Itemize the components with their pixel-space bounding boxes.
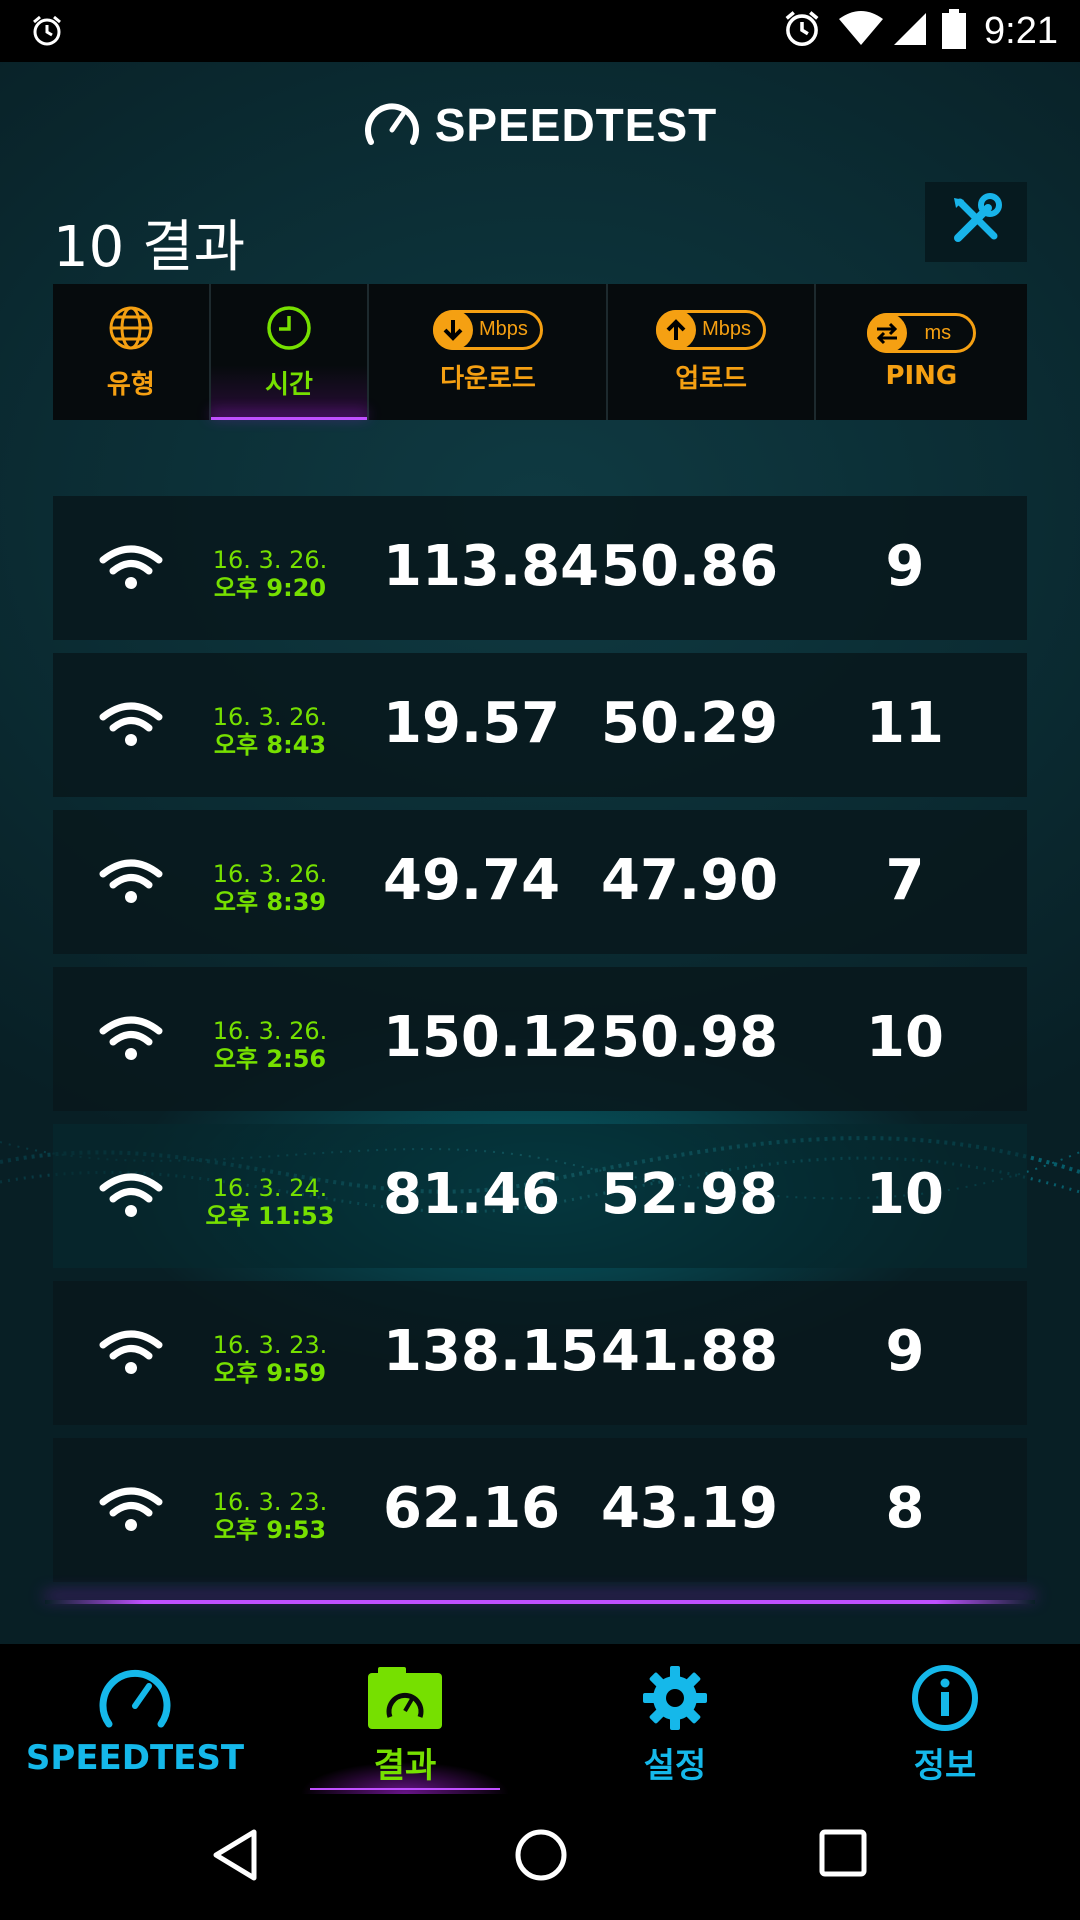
results-folder-icon bbox=[368, 1664, 442, 1732]
home-button[interactable] bbox=[514, 1828, 568, 1886]
speedtest-logo: SPEEDTEST bbox=[0, 98, 1080, 152]
download-arrow-icon bbox=[432, 309, 473, 350]
upload-value: 50.98 bbox=[601, 1005, 779, 1070]
ping-value: 7 bbox=[885, 848, 925, 913]
result-datetime: 16. 3. 26. 오후 8:39 bbox=[212, 860, 328, 916]
tools-button[interactable] bbox=[925, 182, 1027, 262]
nav-results-label: 결과 bbox=[373, 1746, 437, 1786]
battery-icon bbox=[942, 9, 967, 53]
ping-value: 11 bbox=[866, 691, 944, 756]
clock-icon bbox=[265, 304, 313, 356]
globe-icon bbox=[107, 304, 155, 356]
download-value: 62.16 bbox=[383, 1476, 561, 1541]
wifi-icon bbox=[99, 1329, 163, 1379]
result-datetime: 16. 3. 23. 오후 9:53 bbox=[212, 1488, 328, 1544]
result-row[interactable]: 16. 3. 26. 오후 8:43 19.57 50.29 11 bbox=[53, 653, 1027, 797]
download-value: 138.15 bbox=[383, 1319, 600, 1384]
result-datetime: 16. 3. 23. 오후 9:59 bbox=[212, 1331, 328, 1387]
sort-time-button[interactable]: 시간 bbox=[210, 284, 370, 420]
ping-value: 10 bbox=[866, 1005, 944, 1070]
wifi-icon bbox=[99, 544, 163, 594]
sort-download-button[interactable]: Mbps 다운로드 bbox=[369, 284, 609, 420]
status-bar: 9:21 bbox=[0, 0, 1080, 62]
upload-unit-pill: Mbps bbox=[656, 309, 767, 350]
clock: 9:21 bbox=[984, 9, 1058, 52]
system-navigation-bar bbox=[0, 1794, 1080, 1920]
nav-settings[interactable]: 설정 bbox=[540, 1644, 810, 1794]
nav-info[interactable]: 정보 bbox=[810, 1644, 1080, 1794]
sort-time-label: 시간 bbox=[265, 369, 313, 400]
speedometer-icon bbox=[363, 98, 421, 152]
sort-download-label: 다운로드 bbox=[440, 363, 536, 394]
wifi-icon bbox=[99, 858, 163, 908]
list-bottom-glow bbox=[45, 1600, 1035, 1604]
ping-value: 9 bbox=[885, 534, 925, 599]
sort-upload-label: 업로드 bbox=[675, 363, 747, 394]
upload-arrow-icon bbox=[656, 309, 697, 350]
back-button[interactable] bbox=[210, 1828, 260, 1886]
upload-value: 41.88 bbox=[601, 1319, 779, 1384]
download-value: 19.57 bbox=[383, 691, 561, 756]
wifi-icon bbox=[99, 701, 163, 751]
nav-results[interactable]: 결과 bbox=[270, 1644, 540, 1794]
sort-upload-button[interactable]: Mbps 업로드 bbox=[608, 284, 816, 420]
ping-arrows-icon bbox=[866, 313, 907, 353]
wifi-icon bbox=[99, 1172, 163, 1222]
nav-speedtest-label: SPEEDTEST bbox=[25, 1738, 245, 1778]
nav-info-label: 정보 bbox=[913, 1746, 977, 1786]
upload-value: 43.19 bbox=[601, 1476, 779, 1541]
speedometer-icon bbox=[97, 1664, 173, 1732]
result-row[interactable]: 16. 3. 26. 오후 9:20 113.84 50.86 9 bbox=[53, 496, 1027, 640]
result-datetime: 16. 3. 26. 오후 9:20 bbox=[212, 546, 328, 602]
gear-icon bbox=[641, 1664, 709, 1732]
upload-value: 50.29 bbox=[601, 691, 779, 756]
ping-value: 10 bbox=[866, 1162, 944, 1227]
nav-speedtest[interactable]: SPEEDTEST bbox=[0, 1644, 270, 1794]
result-row[interactable]: 16. 3. 23. 오후 9:53 62.16 43.19 8 bbox=[53, 1438, 1027, 1582]
sort-type-button[interactable]: 유형 bbox=[53, 284, 211, 420]
info-icon bbox=[911, 1664, 979, 1732]
cell-signal-icon bbox=[892, 11, 928, 51]
sort-ping-label: PING bbox=[885, 361, 958, 391]
upload-value: 52.98 bbox=[601, 1162, 779, 1227]
download-unit-pill: Mbps bbox=[432, 309, 543, 350]
download-value: 150.12 bbox=[383, 1005, 600, 1070]
ping-value: 9 bbox=[885, 1319, 925, 1384]
nav-settings-label: 설정 bbox=[643, 1746, 707, 1786]
upload-value: 50.86 bbox=[601, 534, 779, 599]
alarm-icon bbox=[782, 9, 822, 53]
wifi-signal-icon bbox=[838, 11, 884, 51]
wrench-screwdriver-icon bbox=[948, 192, 1004, 252]
result-datetime: 16. 3. 26. 오후 8:43 bbox=[212, 703, 328, 759]
result-row[interactable]: 16. 3. 23. 오후 9:59 138.15 41.88 9 bbox=[53, 1281, 1027, 1425]
result-row[interactable]: 16. 3. 26. 오후 8:39 49.74 47.90 7 bbox=[53, 810, 1027, 954]
bottom-navigation: SPEEDTEST 결과 설정 정보 bbox=[0, 1644, 1080, 1794]
results-screen: SPEEDTEST 10 결과 유형 시간 Mbps 다운로드 Mbps 업로드… bbox=[0, 62, 1080, 1644]
download-value: 81.46 bbox=[383, 1162, 561, 1227]
sort-ping-button[interactable]: ms PING bbox=[816, 284, 1027, 420]
logo-text: SPEEDTEST bbox=[434, 99, 718, 151]
alarm-icon bbox=[30, 14, 64, 52]
ping-unit-pill: ms bbox=[866, 313, 977, 353]
wifi-icon bbox=[99, 1015, 163, 1065]
ping-value: 8 bbox=[885, 1476, 925, 1541]
wifi-icon bbox=[99, 1486, 163, 1536]
sort-header: 유형 시간 Mbps 다운로드 Mbps 업로드 ms PING bbox=[53, 284, 1027, 420]
sort-type-label: 유형 bbox=[106, 369, 155, 400]
download-value: 113.84 bbox=[383, 534, 600, 599]
upload-value: 47.90 bbox=[601, 848, 779, 913]
recents-button[interactable] bbox=[818, 1828, 868, 1882]
download-value: 49.74 bbox=[383, 848, 561, 913]
result-row[interactable]: 16. 3. 26. 오후 2:56 150.12 50.98 10 bbox=[53, 967, 1027, 1111]
result-row[interactable]: 16. 3. 24. 오후 11:53 81.46 52.98 10 bbox=[53, 1124, 1027, 1268]
result-datetime: 16. 3. 24. 오후 11:53 bbox=[205, 1174, 335, 1230]
result-datetime: 16. 3. 26. 오후 2:56 bbox=[212, 1017, 328, 1073]
results-count-title: 10 결과 bbox=[53, 215, 246, 280]
